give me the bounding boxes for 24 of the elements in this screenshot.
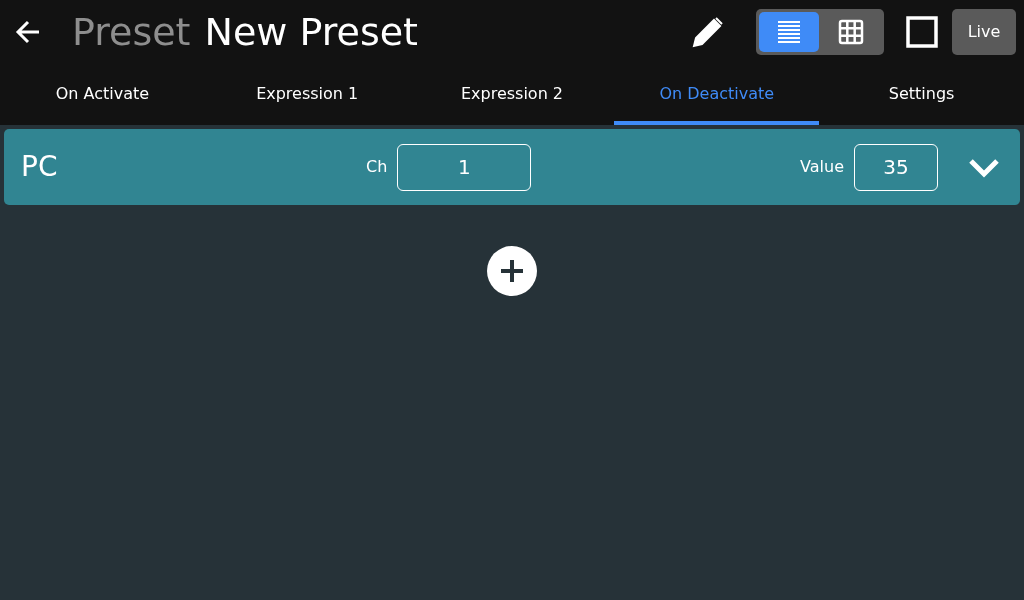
- live-button[interactable]: Live: [952, 9, 1016, 55]
- grid-icon: [838, 19, 864, 45]
- list-view-button[interactable]: [759, 12, 819, 52]
- list-icon: [776, 19, 802, 45]
- tab[interactable]: On Deactivate: [614, 64, 820, 125]
- back-arrow-icon: [15, 20, 41, 44]
- value-field[interactable]: 1: [397, 143, 532, 191]
- preset-title: New Preset: [204, 8, 418, 56]
- pencil-icon: [692, 16, 724, 48]
- select-button[interactable]: [906, 16, 938, 48]
- section-label: Preset: [72, 8, 191, 56]
- plus-icon: [499, 258, 525, 284]
- tab[interactable]: Expression 2: [409, 64, 615, 125]
- chevron-down-icon: [968, 157, 1000, 178]
- value-field[interactable]: 35: [854, 143, 938, 191]
- square-icon: [906, 16, 938, 48]
- edit-button[interactable]: [692, 16, 724, 48]
- add-button[interactable]: [487, 246, 537, 296]
- tab[interactable]: Settings: [819, 64, 1024, 125]
- tab[interactable]: Expression 1: [204, 64, 410, 125]
- field-label: Value: [800, 156, 844, 178]
- tab[interactable]: On Activate: [0, 64, 205, 125]
- field-label: Ch: [366, 156, 388, 178]
- message-type: PC: [21, 149, 59, 185]
